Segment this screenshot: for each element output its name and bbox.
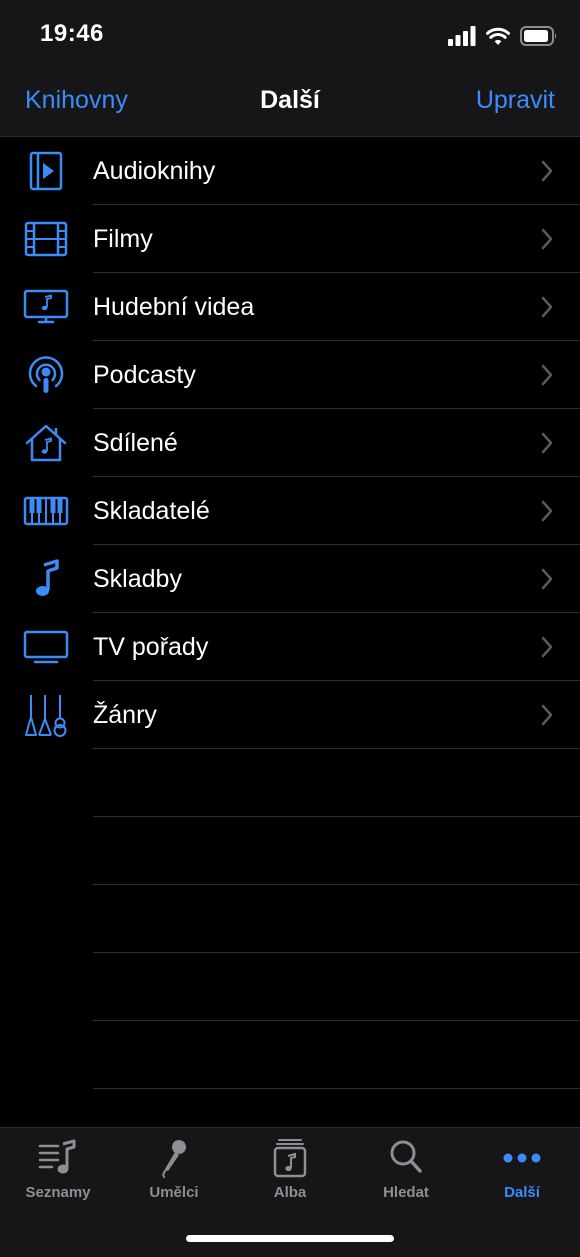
chevron-right-icon <box>541 160 553 182</box>
search-icon <box>390 1140 422 1173</box>
tab-label: Alba <box>273 1184 307 1201</box>
list-item-label: Hudební videa <box>93 293 255 321</box>
chevron-right-icon <box>541 364 553 386</box>
album-icon <box>273 1139 307 1178</box>
empty-row <box>0 1021 580 1089</box>
chevron-right-icon <box>541 432 553 454</box>
list-item-composers[interactable]: Skladatelé <box>0 477 580 545</box>
wifi-icon <box>486 27 510 45</box>
status-bar: 19:46 <box>0 0 580 70</box>
chevron-right-icon <box>541 704 553 726</box>
tab-playlists[interactable]: Seznamy <box>0 1136 116 1206</box>
empty-row <box>0 749 580 817</box>
status-time: 19:46 <box>40 20 104 47</box>
edit-button[interactable]: Upravit <box>476 86 555 115</box>
tab-label: Hledat <box>383 1184 429 1201</box>
tab-label: Umělci <box>149 1184 199 1201</box>
podcast-icon <box>22 353 70 397</box>
list-item-songs[interactable]: Skladby <box>0 545 580 613</box>
home-indicator[interactable] <box>186 1235 394 1242</box>
list-item-genres[interactable]: Žánry <box>0 681 580 749</box>
list-item-shared[interactable]: Sdílené <box>0 409 580 477</box>
tab-artists[interactable]: Umělci <box>116 1136 232 1206</box>
music-video-icon <box>22 285 70 329</box>
chevron-right-icon <box>541 228 553 250</box>
row-separator <box>93 1088 580 1089</box>
guitars-icon <box>22 693 70 737</box>
audiobook-icon <box>22 149 70 193</box>
list-item-label: Podcasty <box>93 361 196 389</box>
list-item-podcasts[interactable]: Podcasty <box>0 341 580 409</box>
list-item-label: Skladatelé <box>93 497 210 525</box>
empty-row <box>0 817 580 885</box>
home-sharing-icon <box>22 421 70 465</box>
tab-search[interactable]: Hledat <box>348 1136 464 1206</box>
navigation-bar: Knihovny Další Upravit <box>0 70 580 137</box>
list-item-music-videos[interactable]: Hudební videa <box>0 273 580 341</box>
empty-row <box>0 885 580 953</box>
list-item-films[interactable]: Filmy <box>0 205 580 273</box>
piano-icon <box>22 489 70 533</box>
chevron-right-icon <box>541 296 553 318</box>
tab-albums[interactable]: Alba <box>232 1136 348 1206</box>
tab-bar: Seznamy Umělci Alba Hledat Další <box>0 1127 580 1257</box>
tv-icon <box>22 625 70 669</box>
list-item-label: Skladby <box>93 565 182 593</box>
film-icon <box>22 217 70 261</box>
microphone-icon <box>162 1140 186 1178</box>
music-note-icon <box>22 557 70 601</box>
list-item-label: Audioknihy <box>93 157 216 185</box>
list-item-label: Filmy <box>93 225 153 253</box>
cellular-signal-icon <box>448 26 476 46</box>
chevron-right-icon <box>541 500 553 522</box>
chevron-right-icon <box>541 636 553 658</box>
more-icon <box>503 1153 541 1163</box>
list-item-label: Sdílené <box>93 429 178 457</box>
more-list: Audioknihy Filmy Hudební videa Podcasty … <box>0 137 580 1089</box>
tab-more[interactable]: Další <box>464 1136 580 1206</box>
playlist-icon <box>38 1139 76 1174</box>
list-item-label: Žánry <box>93 701 157 729</box>
battery-icon <box>520 26 557 46</box>
empty-row <box>0 953 580 1021</box>
chevron-right-icon <box>541 568 553 590</box>
list-item-audiobooks[interactable]: Audioknihy <box>0 137 580 205</box>
list-item-tv-shows[interactable]: TV pořady <box>0 613 580 681</box>
list-item-label: TV pořady <box>93 633 209 661</box>
tab-label: Seznamy <box>25 1184 91 1201</box>
tab-label: Další <box>504 1184 540 1201</box>
status-icons <box>448 22 558 50</box>
